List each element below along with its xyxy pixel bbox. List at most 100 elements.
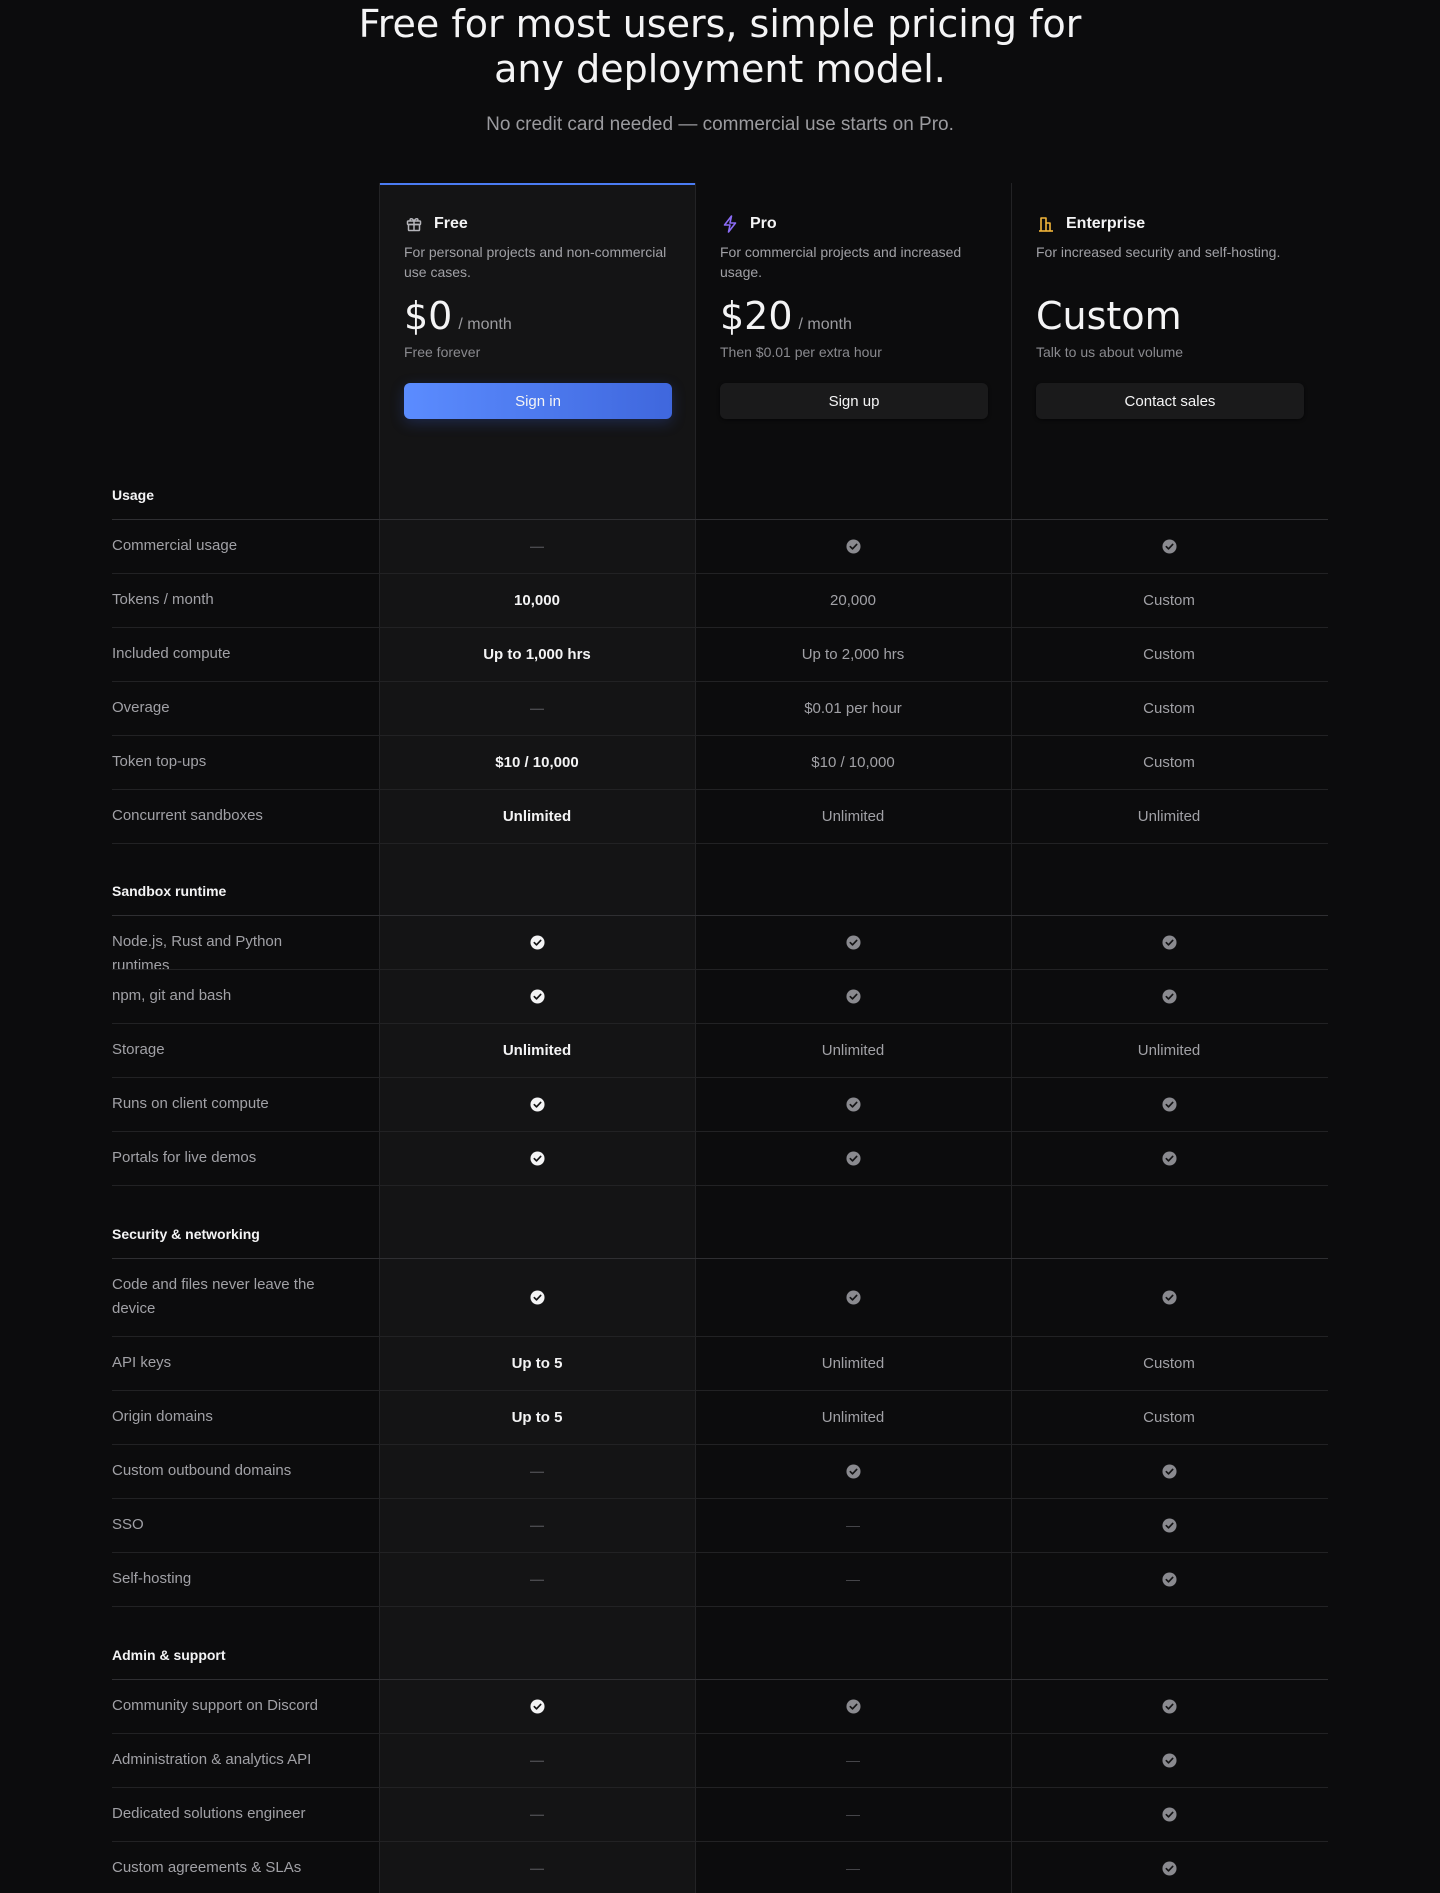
- dash-icon: —: [846, 1752, 860, 1768]
- feature-value-free: [379, 930, 695, 954]
- feature-value-pro: —: [695, 1748, 1011, 1772]
- feature-value-enterprise: Custom: [1011, 1351, 1327, 1375]
- feature-label: Storage: [112, 1041, 165, 1058]
- check-icon: [845, 538, 861, 554]
- check-icon: [1161, 1752, 1177, 1768]
- section-title: Usage: [112, 487, 155, 503]
- check-icon: [1161, 1463, 1177, 1479]
- check-icon: [529, 1698, 545, 1714]
- feature-value-text: 20,000: [830, 591, 876, 609]
- feature-value-pro: Up to 2,000 hrs: [695, 642, 1011, 666]
- feature-value-free: —: [379, 1802, 695, 1826]
- section-title: Admin & support: [112, 1647, 226, 1663]
- feature-value-free: $10 / 10,000: [379, 750, 695, 774]
- hero: Free for most users, simple pricing for …: [0, 0, 1440, 136]
- page-title-line-1: Free for most users, simple pricing for: [358, 2, 1082, 46]
- feature-value-enterprise: [1011, 1856, 1327, 1880]
- check-icon: [529, 988, 545, 1004]
- feature-value-enterprise: Custom: [1011, 588, 1327, 612]
- feature-value-enterprise: [1011, 1748, 1327, 1772]
- sign-in-button[interactable]: Sign in: [404, 383, 672, 419]
- dash-icon: —: [530, 1571, 544, 1587]
- feature-value-enterprise: Custom: [1011, 1405, 1327, 1429]
- feature-value-text: Unlimited: [502, 807, 572, 825]
- section-divider: [112, 915, 1328, 916]
- contact-sales-button[interactable]: Contact sales: [1036, 383, 1304, 419]
- feature-value-enterprise: [1011, 1694, 1327, 1718]
- feature-value-pro: [695, 1694, 1011, 1718]
- dash-icon: —: [530, 1517, 544, 1533]
- feature-value-text: Custom: [1143, 645, 1195, 663]
- feature-value-pro: Unlimited: [695, 1038, 1011, 1062]
- feature-value-text: Unlimited: [821, 1354, 885, 1372]
- feature-value-free: —: [379, 1459, 695, 1483]
- feature-value-enterprise: [1011, 1092, 1327, 1116]
- plan-price: Custom: [1036, 294, 1182, 338]
- sign-up-button[interactable]: Sign up: [720, 383, 988, 419]
- plan-price-note: Then $0.01 per extra hour: [720, 344, 882, 360]
- row-divider: [112, 1498, 1328, 1499]
- feature-label: Concurrent sandboxes: [112, 807, 263, 824]
- section-divider: [112, 1258, 1328, 1259]
- feature-value-pro: —: [695, 1802, 1011, 1826]
- check-icon: [845, 1698, 861, 1714]
- check-icon: [1161, 1517, 1177, 1533]
- feature-value-text: Up to 1,000 hrs: [483, 645, 591, 663]
- plan-price-period: / month: [458, 316, 512, 333]
- feature-value-text: Custom: [1143, 591, 1195, 609]
- feature-value-text: $0.01 per hour: [804, 699, 902, 717]
- row-divider: [112, 735, 1328, 736]
- row-divider: [112, 1787, 1328, 1788]
- dash-icon: —: [846, 1517, 860, 1533]
- feature-value-free: Unlimited: [379, 804, 695, 828]
- row-divider: [112, 1023, 1328, 1024]
- section-title: Sandbox runtime: [112, 883, 227, 899]
- row-divider: [112, 789, 1328, 790]
- feature-value-pro: Unlimited: [695, 1405, 1011, 1429]
- feature-label: Included compute: [112, 645, 231, 662]
- feature-value-text: Up to 5: [511, 1354, 563, 1372]
- check-icon: [1161, 1806, 1177, 1822]
- row-divider: [112, 1185, 1328, 1186]
- check-icon: [845, 1150, 861, 1166]
- feature-value-pro: [695, 930, 1011, 954]
- row-divider: [112, 843, 1328, 844]
- feature-value-enterprise: [1011, 534, 1327, 558]
- plan-description: For personal projects and non-commercial…: [404, 244, 667, 280]
- feature-value-text: Custom: [1143, 1408, 1195, 1426]
- row-divider: [112, 681, 1328, 682]
- plan-free: Free For personal projects and non-comme…: [404, 214, 672, 419]
- feature-value-free: [379, 1092, 695, 1116]
- feature-value-free: [379, 984, 695, 1008]
- feature-value-pro: —: [695, 1567, 1011, 1591]
- check-icon: [529, 1289, 545, 1305]
- plan-price: $0: [404, 294, 453, 338]
- feature-value-free: Up to 1,000 hrs: [379, 642, 695, 666]
- feature-value-free: —: [379, 534, 695, 558]
- check-icon: [529, 1150, 545, 1166]
- check-icon: [1161, 988, 1177, 1004]
- feature-value-pro: [695, 534, 1011, 558]
- section-divider: [112, 519, 1328, 520]
- lightning-icon: [720, 214, 740, 234]
- row-divider: [112, 1390, 1328, 1391]
- dash-icon: —: [846, 1806, 860, 1822]
- feature-label: Tokens / month: [112, 591, 214, 608]
- row-divider: [112, 1606, 1328, 1607]
- feature-value-free: Up to 5: [379, 1405, 695, 1429]
- feature-label: Custom agreements & SLAs: [112, 1859, 302, 1876]
- feature-value-pro: Unlimited: [695, 804, 1011, 828]
- row-divider: [112, 1841, 1328, 1842]
- feature-value-text: Unlimited: [1137, 807, 1201, 825]
- row-divider: [112, 627, 1328, 628]
- section-divider: [112, 1679, 1328, 1680]
- feature-value-enterprise: [1011, 1459, 1327, 1483]
- feature-value-free: —: [379, 1856, 695, 1880]
- page-title: Free for most users, simple pricing for …: [0, 2, 1440, 92]
- feature-value-free: Unlimited: [379, 1038, 695, 1062]
- plan-pro: Pro For commercial projects and increase…: [720, 214, 988, 419]
- feature-label: API keys: [112, 1354, 172, 1371]
- feature-value-pro: [695, 1092, 1011, 1116]
- feature-value-text: $10 / 10,000: [495, 753, 579, 771]
- feature-value-enterprise: [1011, 1513, 1327, 1537]
